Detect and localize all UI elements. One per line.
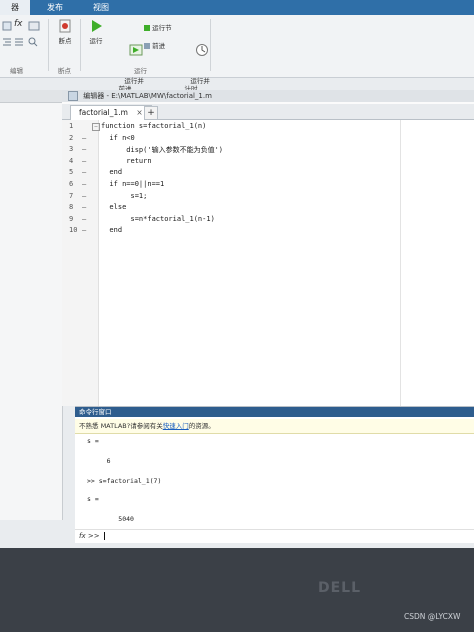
new-tab-button[interactable]: +	[144, 106, 158, 120]
tab-view[interactable]: 视图	[84, 0, 118, 15]
editor-title-bar: 编辑器 - E:\MATLAB\MW\factorial_1.m	[62, 90, 474, 102]
line-number: 2	[69, 133, 74, 142]
indent-icon[interactable]	[2, 37, 12, 49]
run-section-label: 运行节	[152, 24, 172, 32]
code-line[interactable]: disp('输入参数不能为负值')	[101, 145, 223, 155]
text-cursor	[103, 532, 105, 540]
run-section-button[interactable]: 运行节	[144, 24, 178, 32]
group-label-edit: 编辑	[10, 67, 23, 75]
group-label-run: 运行	[134, 67, 147, 75]
getting-started-link[interactable]: 快速入门	[163, 422, 189, 430]
fold-toggle-icon[interactable]: −	[92, 123, 100, 131]
prompt-text: fx >>	[79, 532, 100, 540]
run-section-icon	[144, 25, 150, 31]
find-icon[interactable]	[28, 37, 38, 49]
comment-icon[interactable]	[2, 21, 12, 33]
line-number: 6	[69, 180, 74, 188]
breakpoint-marker[interactable]: –	[82, 215, 86, 223]
insert-icon[interactable]	[28, 21, 40, 33]
line-number: 5	[69, 168, 74, 177]
breakpoints-button[interactable]: 断点	[54, 19, 76, 45]
line-number: 8	[69, 203, 74, 212]
breakpoint-marker[interactable]: –	[82, 168, 86, 176]
breakpoint-marker[interactable]: –	[82, 157, 86, 165]
advance-button[interactable]: 前进	[144, 42, 174, 50]
editor-pane: 编辑器 - E:\MATLAB\MW\factorial_1.m factori…	[62, 90, 474, 406]
code-line[interactable]: end	[101, 226, 122, 234]
monitor-brand-logo: DELL	[318, 580, 362, 596]
line-number: 1	[69, 122, 74, 130]
command-window[interactable]: 命令行窗口 不熟悉 MATLAB?请参阅有关快速入门的资源。 s = 6 >> …	[75, 406, 474, 543]
breakpoint-marker[interactable]: –	[82, 145, 86, 153]
getting-started-banner: 不熟悉 MATLAB?请参阅有关快速入门的资源。	[75, 419, 474, 434]
line-number: 9	[69, 214, 74, 223]
panel-header	[0, 90, 62, 103]
code-line[interactable]: end	[101, 168, 122, 176]
command-prompt[interactable]: fx >>	[75, 529, 474, 542]
tab-editor[interactable]: 器	[0, 0, 30, 15]
breakpoint-marker[interactable]: –	[82, 203, 86, 211]
monitor-bezel	[0, 548, 474, 632]
command-window-title: 命令行窗口	[75, 407, 474, 417]
run-icon	[86, 19, 106, 35]
code-line[interactable]: else	[101, 203, 126, 211]
advance-label: 前进	[152, 42, 166, 50]
line-number-gutter	[62, 120, 99, 406]
output-line: s =	[87, 495, 99, 503]
run-label: 运行	[89, 37, 103, 45]
editor-tab-bar: factorial_1.m × +	[62, 104, 474, 120]
run-advance-icon	[112, 35, 143, 67]
code-line[interactable]: s=n*factorial_1(n-1)	[101, 215, 215, 223]
line-number: 3	[69, 145, 74, 154]
advance-icon	[144, 43, 150, 49]
breakpoint-icon	[54, 19, 76, 35]
watermark: CSDN @LYCXW	[404, 612, 461, 621]
output-line: s =	[87, 437, 99, 445]
ribbon-tab-bar: 器 发布 视图	[0, 0, 474, 15]
fx-icon[interactable]: fx	[14, 20, 23, 29]
editor-icon	[68, 91, 78, 101]
breakpoint-marker[interactable]: –	[82, 134, 86, 142]
breakpoints-label: 断点	[58, 37, 72, 45]
divider	[80, 19, 81, 71]
output-line: 5040	[87, 515, 134, 523]
code-line[interactable]: return	[101, 157, 151, 165]
divider	[210, 19, 211, 71]
current-folder-panel	[0, 90, 63, 520]
close-icon[interactable]: ×	[136, 108, 142, 117]
breakpoint-marker[interactable]: –	[82, 226, 86, 234]
info-suffix: 的资源。	[188, 422, 215, 430]
run-and-time-button[interactable]: 运行并 计时	[178, 19, 210, 101]
line-number: 7	[69, 191, 74, 200]
output-line: 6	[87, 457, 111, 465]
code-area[interactable]: 1 function s=factorial_1(n) 2– if n<0 3– di…	[62, 120, 474, 406]
breakpoint-marker[interactable]: –	[82, 192, 86, 200]
group-label-breakpoints: 断点	[58, 67, 71, 75]
file-tab-label: factorial_1.m	[79, 108, 128, 117]
code-line[interactable]: s=1;	[101, 192, 148, 200]
divider	[48, 19, 49, 71]
editor-path: 编辑器 - E:\MATLAB\MW\factorial_1.m	[83, 92, 212, 100]
matlab-window: 器 发布 视图 fx 编辑 断点 断点 运行 运行并 前进 运行节 前进 运行并…	[0, 0, 474, 548]
code-line[interactable]: function s=factorial_1(n)	[101, 122, 206, 130]
line-number: 4	[69, 156, 74, 165]
right-margin-line	[400, 120, 401, 406]
format-icon[interactable]	[14, 37, 24, 49]
run-button[interactable]: 运行	[86, 19, 106, 45]
run-time-icon	[178, 35, 208, 67]
tab-factorial-file[interactable]: factorial_1.m ×	[70, 105, 152, 120]
output-line: >> s=factorial_1(7)	[87, 477, 162, 485]
info-text: 不熟悉 MATLAB?请参阅有关	[79, 422, 163, 430]
tab-publish[interactable]: 发布	[38, 0, 72, 15]
code-line[interactable]: if n<0	[101, 134, 134, 142]
run-and-advance-button[interactable]: 运行并 前进	[112, 19, 144, 101]
line-number: 10	[69, 226, 78, 235]
ribbon-toolbar: fx 编辑 断点 断点 运行 运行并 前进 运行节 前进 运行并 计时 运行	[0, 15, 474, 93]
code-line[interactable]: if n==0||n==1	[101, 180, 164, 188]
breakpoint-marker[interactable]: –	[82, 180, 86, 188]
